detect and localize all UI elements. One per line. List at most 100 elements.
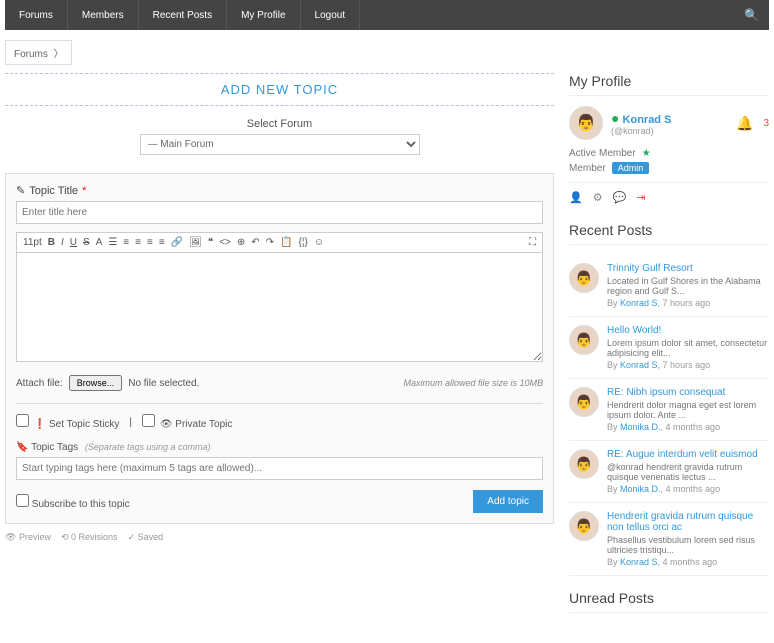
sticky-option[interactable]: ❗ Set Topic Sticky bbox=[16, 414, 119, 430]
code-icon[interactable]: <> bbox=[219, 237, 231, 248]
profile-name[interactable]: Konrad S bbox=[623, 114, 672, 126]
fullscreen-icon[interactable]: ⛶ bbox=[529, 237, 536, 248]
preview-link[interactable]: 👁 Preview bbox=[5, 532, 51, 543]
nav-logout[interactable]: Logout bbox=[301, 0, 361, 30]
post-title[interactable]: Trinnity Gulf Resort bbox=[607, 263, 769, 274]
post-title[interactable]: Hello World! bbox=[607, 325, 769, 336]
forum-select[interactable]: — Main Forum bbox=[140, 134, 420, 155]
post-excerpt: Hendrerit dolor magna eget est lorem ips… bbox=[607, 400, 769, 420]
private-option[interactable]: 👁 Private Topic bbox=[142, 414, 232, 430]
post-avatar[interactable]: 👨 bbox=[569, 511, 599, 541]
list-item: 👨RE: Augue interdum velit euismod@konrad… bbox=[569, 441, 769, 503]
italic-icon[interactable]: I bbox=[61, 237, 64, 248]
tags-help: (Separate tags using a comma) bbox=[85, 442, 211, 452]
image-icon[interactable]: 🖼 bbox=[189, 237, 202, 248]
eye-off-icon: 👁 bbox=[160, 419, 173, 430]
post-meta: By Konrad S, 7 hours ago bbox=[607, 360, 769, 370]
profile-handle: (@konrad) bbox=[611, 126, 671, 136]
post-author[interactable]: Konrad S bbox=[620, 557, 658, 567]
subscribe-option[interactable]: Subscribe to this topic bbox=[16, 494, 130, 510]
attach-label: Attach file: bbox=[16, 378, 63, 389]
post-title[interactable]: RE: Augue interdum velit euismod bbox=[607, 449, 769, 460]
post-excerpt: Lorem ipsum dolor sit amet, consectetur … bbox=[607, 338, 769, 358]
breadcrumb[interactable]: Forums 〉 bbox=[5, 40, 72, 65]
list-ul-icon[interactable]: ☰ bbox=[108, 237, 117, 248]
post-avatar[interactable]: 👨 bbox=[569, 263, 599, 293]
fontsize-select[interactable]: 11pt bbox=[23, 237, 42, 248]
notif-count: 3 bbox=[763, 118, 769, 129]
private-checkbox[interactable] bbox=[142, 414, 155, 427]
plus-icon[interactable]: ⊕ bbox=[237, 237, 245, 248]
strike-icon[interactable]: S bbox=[83, 237, 90, 248]
select-forum-label: Select Forum bbox=[5, 118, 554, 130]
underline-icon[interactable]: U bbox=[70, 237, 77, 248]
align-left-icon[interactable]: ≡ bbox=[135, 237, 141, 248]
post-author[interactable]: Monika D. bbox=[620, 422, 661, 432]
post-excerpt: Phasellus vestibulum lorem sed risus ult… bbox=[607, 535, 769, 555]
redo-icon[interactable]: ↷ bbox=[266, 237, 274, 248]
logout-icon[interactable]: ⇥ bbox=[636, 191, 645, 204]
title-input[interactable] bbox=[16, 201, 543, 224]
list-item: 👨 Trinnity Gulf Resort Located in Gulf Sho… bbox=[569, 255, 769, 317]
star-icon: ★ bbox=[642, 148, 651, 159]
user-icon[interactable]: 👤 bbox=[569, 191, 583, 204]
admin-badge: Admin bbox=[612, 162, 650, 174]
pin-icon: ❗ bbox=[34, 419, 46, 430]
post-title[interactable]: RE: Nibh ipsum consequat bbox=[607, 387, 769, 398]
active-member-label: Active Member bbox=[569, 148, 636, 159]
tag-icon: 🔖 bbox=[16, 442, 28, 453]
subscribe-checkbox[interactable] bbox=[16, 494, 29, 507]
gear-icon[interactable]: ⚙ bbox=[593, 191, 603, 204]
avatar[interactable]: 👨 bbox=[569, 106, 603, 140]
tags-input[interactable] bbox=[16, 457, 543, 480]
post-meta: By Monika D., 4 months ago bbox=[607, 422, 769, 432]
list-item: 👨 RE: Nibh ipsum consequat Hendrerit dolor… bbox=[569, 379, 769, 441]
post-author[interactable]: Konrad S bbox=[620, 360, 658, 370]
no-file-label: No file selected. bbox=[128, 378, 199, 389]
align-right-icon[interactable]: ≡ bbox=[159, 237, 165, 248]
revisions-link[interactable]: ⟲ 0 Revisions bbox=[61, 532, 118, 543]
post-author[interactable]: Konrad S bbox=[620, 298, 658, 308]
post-title[interactable]: Hendrerit gravida rutrum quisque non tel… bbox=[607, 511, 769, 533]
nav-members[interactable]: Members bbox=[68, 0, 139, 30]
undo-icon[interactable]: ↶ bbox=[251, 237, 259, 248]
align-center-icon[interactable]: ≡ bbox=[147, 237, 153, 248]
my-profile-heading: My Profile bbox=[569, 73, 769, 96]
member-label: Member bbox=[569, 163, 606, 174]
bold-icon[interactable]: B bbox=[48, 237, 55, 248]
max-size-label: Maximum allowed file size is 10MB bbox=[403, 378, 543, 388]
paste-icon[interactable]: 📋 bbox=[280, 237, 292, 248]
recent-posts-heading: Recent Posts bbox=[569, 222, 769, 245]
bell-icon[interactable]: 🔔 bbox=[736, 115, 753, 132]
post-avatar[interactable]: 👨 bbox=[569, 325, 599, 355]
quote-icon[interactable]: ❝ bbox=[208, 237, 213, 248]
nav-profile[interactable]: My Profile bbox=[227, 0, 300, 30]
post-avatar[interactable]: 👨 bbox=[569, 387, 599, 417]
emoji-icon[interactable]: ☺ bbox=[314, 237, 324, 248]
sticky-checkbox[interactable] bbox=[16, 414, 29, 427]
post-excerpt: Located in Gulf Shores in the Alabama re… bbox=[607, 276, 769, 296]
post-meta: By Monika D., 4 months ago bbox=[607, 484, 769, 494]
brackets-icon[interactable]: {¦} bbox=[299, 237, 308, 248]
post-avatar[interactable]: 👨 bbox=[569, 449, 599, 479]
history-icon: ⟲ bbox=[61, 532, 69, 542]
saved-status: ✓ Saved bbox=[128, 532, 164, 543]
recent-posts-list: 👨 Trinnity Gulf Resort Located in Gulf Sho… bbox=[569, 255, 769, 576]
textcolor-icon[interactable]: A bbox=[96, 237, 103, 248]
list-item: 👨 Hello World! Lorem ipsum dolor sit amet,… bbox=[569, 317, 769, 379]
content-editor[interactable] bbox=[16, 252, 543, 362]
topic-form: ✎ Topic Title * 11pt B I U S A ☰ ≡ ≡ ≡ ≡ bbox=[5, 173, 554, 524]
editor-toolbar: 11pt B I U S A ☰ ≡ ≡ ≡ ≡ 🔗 🖼 ❝ <> ⊕ ↶ bbox=[16, 232, 543, 252]
search-icon[interactable]: 🔍 bbox=[734, 8, 769, 22]
nav-forums[interactable]: Forums bbox=[5, 0, 68, 30]
check-icon: ✓ bbox=[128, 532, 136, 542]
list-ol-icon[interactable]: ≡ bbox=[123, 237, 129, 248]
pencil-icon: ✎ bbox=[16, 184, 25, 197]
add-topic-button[interactable]: Add topic bbox=[473, 490, 543, 513]
chat-icon[interactable]: 💬 bbox=[613, 191, 627, 204]
nav-recent[interactable]: Recent Posts bbox=[139, 0, 227, 30]
browse-button[interactable]: Browse... bbox=[69, 375, 123, 391]
eye-icon: 👁 bbox=[5, 532, 16, 542]
link-icon[interactable]: 🔗 bbox=[171, 237, 183, 248]
post-author[interactable]: Monika D. bbox=[620, 484, 661, 494]
